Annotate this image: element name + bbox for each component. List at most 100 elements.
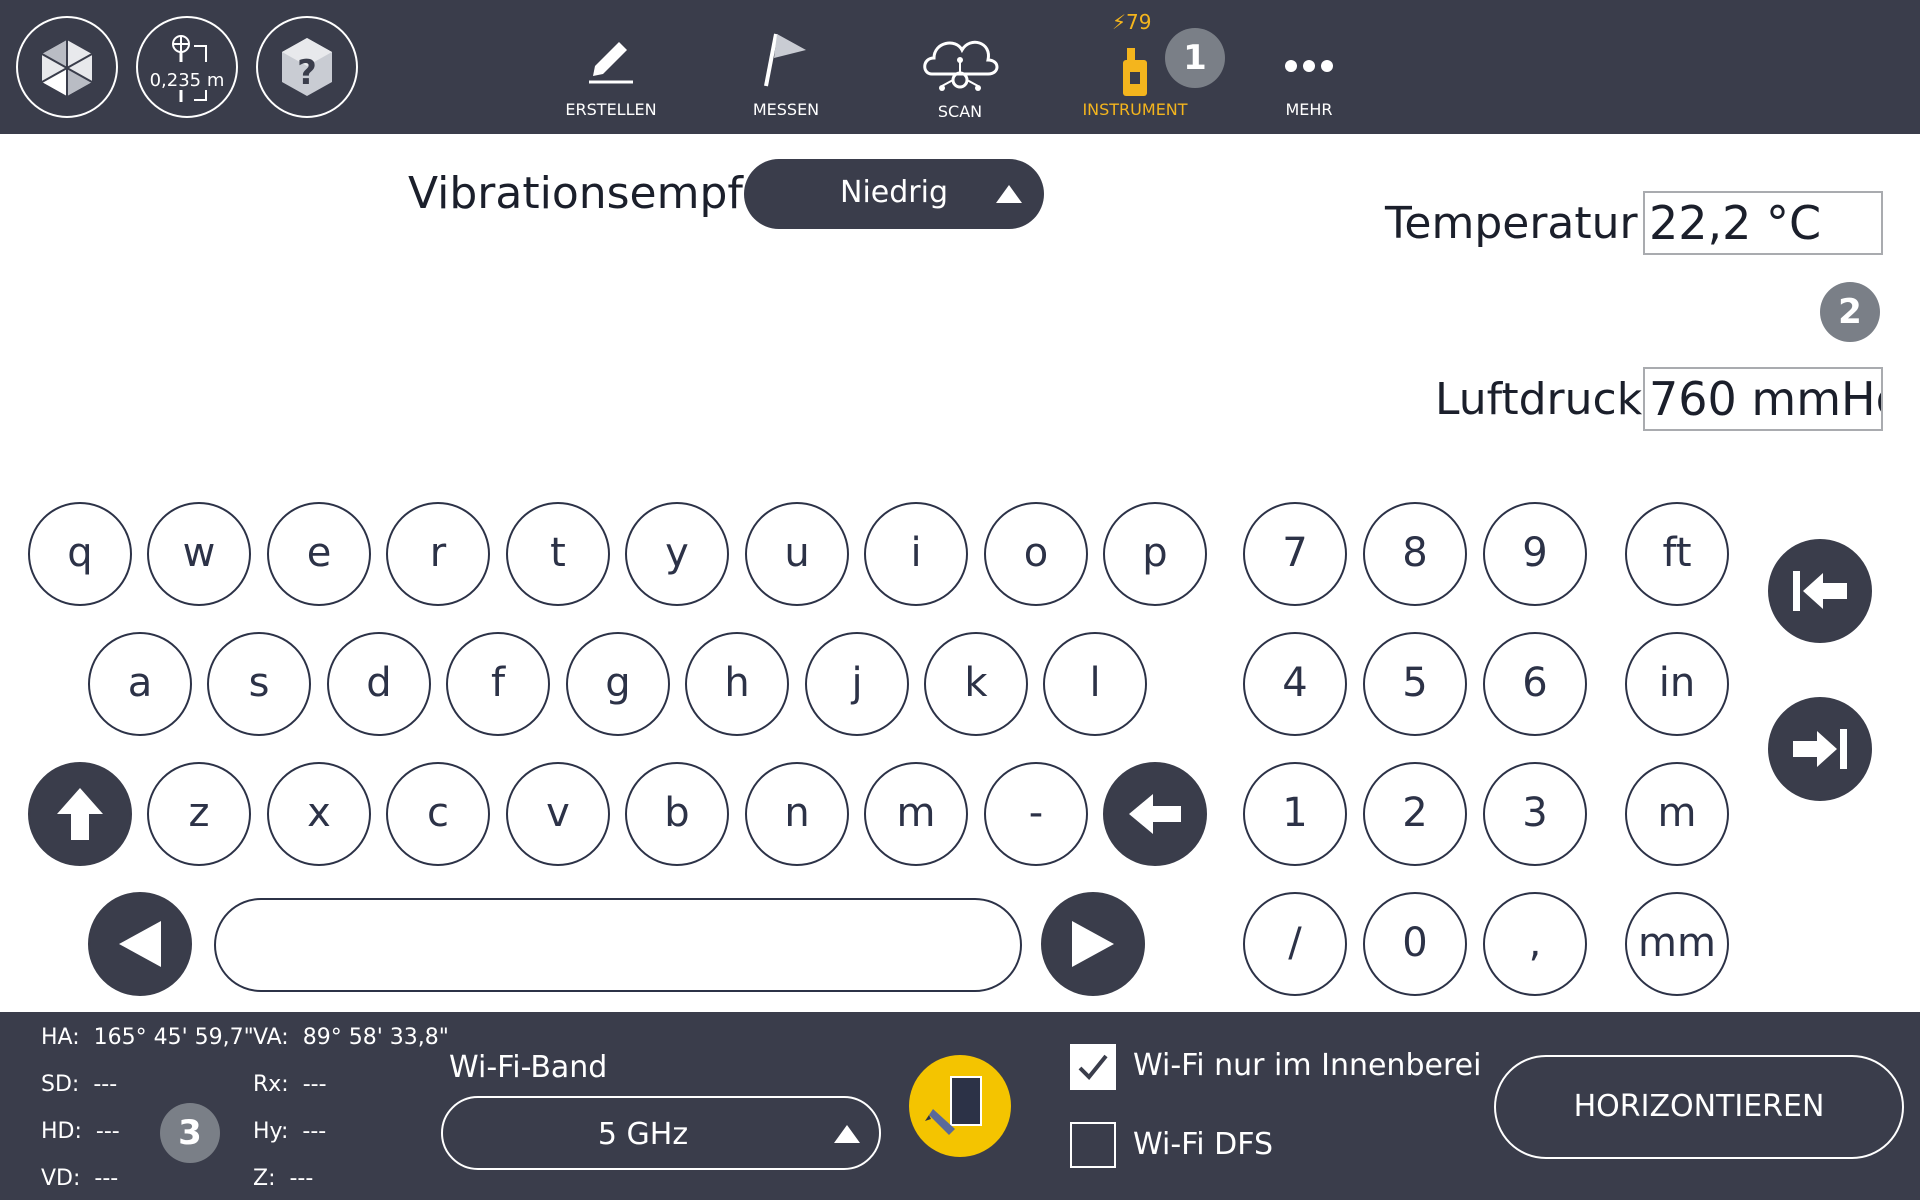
wifi-dfs-checkbox[interactable]: [1070, 1122, 1116, 1168]
hd-label: HD:: [41, 1119, 82, 1144]
temperature-field[interactable]: 22,2 °C: [1643, 191, 1883, 255]
next-field-key[interactable]: [1768, 697, 1872, 801]
key-dash[interactable]: -: [984, 762, 1088, 866]
key-a[interactable]: a: [88, 632, 192, 736]
cube-icon: [41, 40, 93, 96]
key-i[interactable]: i: [864, 502, 968, 606]
wifi-band-dropdown[interactable]: 5 GHz: [441, 1096, 881, 1170]
key-5[interactable]: 5: [1363, 632, 1467, 736]
key-3[interactable]: 3: [1483, 762, 1587, 866]
key-n[interactable]: n: [745, 762, 849, 866]
key-k[interactable]: k: [924, 632, 1028, 736]
key-p[interactable]: p: [1103, 502, 1207, 606]
target-height-button[interactable]: 0,235 m: [136, 16, 238, 118]
tab-label: SCAN: [937, 102, 983, 121]
wifi-indoor-checkbox[interactable]: [1070, 1044, 1116, 1090]
key-v[interactable]: v: [506, 762, 610, 866]
key-6[interactable]: 6: [1483, 632, 1587, 736]
view-cube-button[interactable]: [16, 16, 118, 118]
key-8[interactable]: 8: [1363, 502, 1467, 606]
previous-field-key[interactable]: [1768, 539, 1872, 643]
cursor-right-key[interactable]: [1041, 892, 1145, 996]
key-h[interactable]: h: [685, 632, 789, 736]
key-9[interactable]: 9: [1483, 502, 1587, 606]
sd-readout: SD: ---: [41, 1072, 117, 1097]
tab-previous-icon: [1793, 571, 1847, 611]
tab-messen[interactable]: MESSEN: [706, 20, 866, 130]
backspace-key[interactable]: [1103, 762, 1207, 866]
dropdown-arrow-icon: [996, 185, 1022, 203]
dropdown-arrow-icon: [834, 1125, 860, 1143]
flag-icon: [764, 33, 806, 87]
key-m[interactable]: m: [864, 762, 968, 866]
tab-label: INSTRUMENT: [1082, 100, 1188, 119]
vibration-dropdown[interactable]: Niedrig: [744, 159, 1044, 229]
key-f[interactable]: f: [446, 632, 550, 736]
key-e[interactable]: e: [267, 502, 371, 606]
key-x[interactable]: x: [267, 762, 371, 866]
z-value: ---: [289, 1166, 314, 1191]
key-comma[interactable]: ,: [1483, 892, 1587, 996]
lightning-icon: ⚡: [1112, 10, 1127, 34]
hy-value: ---: [302, 1119, 327, 1144]
vd-value: ---: [94, 1166, 119, 1191]
notes-button[interactable]: [909, 1055, 1011, 1157]
vd-readout: VD: ---: [41, 1166, 118, 1191]
key-l[interactable]: l: [1043, 632, 1147, 736]
key-d[interactable]: d: [327, 632, 431, 736]
tab-erstellen[interactable]: ERSTELLEN: [531, 20, 691, 130]
help-badge-1: 1: [1165, 28, 1225, 88]
key-r[interactable]: r: [386, 502, 490, 606]
rx-readout: Rx: ---: [253, 1072, 327, 1097]
key-t[interactable]: t: [506, 502, 610, 606]
shift-key[interactable]: [28, 762, 132, 866]
sd-label: SD:: [41, 1072, 80, 1097]
key-z[interactable]: z: [147, 762, 251, 866]
vibration-label: Vibrationsempf: [408, 168, 743, 219]
tab-mehr[interactable]: MEHR: [1229, 20, 1389, 130]
key-b[interactable]: b: [625, 762, 729, 866]
key-1[interactable]: 1: [1243, 762, 1347, 866]
key-4[interactable]: 4: [1243, 632, 1347, 736]
va-value: 89° 58' 33,8": [302, 1025, 449, 1050]
z-readout: Z: ---: [253, 1166, 313, 1191]
key-q[interactable]: q: [28, 502, 132, 606]
more-dots-icon: [1285, 60, 1333, 72]
rx-label: Rx:: [253, 1072, 289, 1097]
unit-key-ft[interactable]: ft: [1625, 502, 1729, 606]
tab-scan[interactable]: SCAN: [880, 20, 1040, 130]
key-c[interactable]: c: [386, 762, 490, 866]
unit-key-mm[interactable]: mm: [1625, 892, 1729, 996]
prism-height-icon: [172, 35, 207, 102]
key-0[interactable]: 0: [1363, 892, 1467, 996]
cursor-left-key[interactable]: [88, 892, 192, 996]
unit-key-m[interactable]: m: [1625, 762, 1729, 866]
key-j[interactable]: j: [805, 632, 909, 736]
key-w[interactable]: w: [147, 502, 251, 606]
instrument-icon: [1123, 48, 1147, 96]
vd-label: VD:: [41, 1166, 81, 1191]
ha-value: 165° 45' 59,7": [93, 1025, 254, 1050]
edit-notes-icon: [925, 1076, 982, 1135]
key-slash[interactable]: /: [1243, 892, 1347, 996]
key-7[interactable]: 7: [1243, 502, 1347, 606]
key-s[interactable]: s: [207, 632, 311, 736]
pressure-field[interactable]: 760 mmHg: [1643, 367, 1883, 431]
key-y[interactable]: y: [625, 502, 729, 606]
backspace-arrow-icon: [1129, 794, 1181, 834]
key-2[interactable]: 2: [1363, 762, 1467, 866]
tab-label: MESSEN: [752, 100, 820, 119]
key-o[interactable]: o: [984, 502, 1088, 606]
va-readout: VA: 89° 58' 33,8": [253, 1025, 449, 1050]
help-badge-3: 3: [160, 1103, 220, 1163]
space-key[interactable]: [214, 898, 1022, 992]
level-button[interactable]: HORIZONTIEREN: [1494, 1055, 1904, 1159]
unit-key-in[interactable]: in: [1625, 632, 1729, 736]
key-g[interactable]: g: [566, 632, 670, 736]
triangle-right-icon: [1072, 921, 1114, 967]
key-u[interactable]: u: [745, 502, 849, 606]
help-cube-icon: ?: [282, 38, 332, 96]
tab-label: MEHR: [1285, 100, 1333, 119]
wifi-indoor-label: Wi-Fi nur im Innenbereich: [1133, 1048, 1481, 1083]
help-button[interactable]: ?: [256, 16, 358, 118]
